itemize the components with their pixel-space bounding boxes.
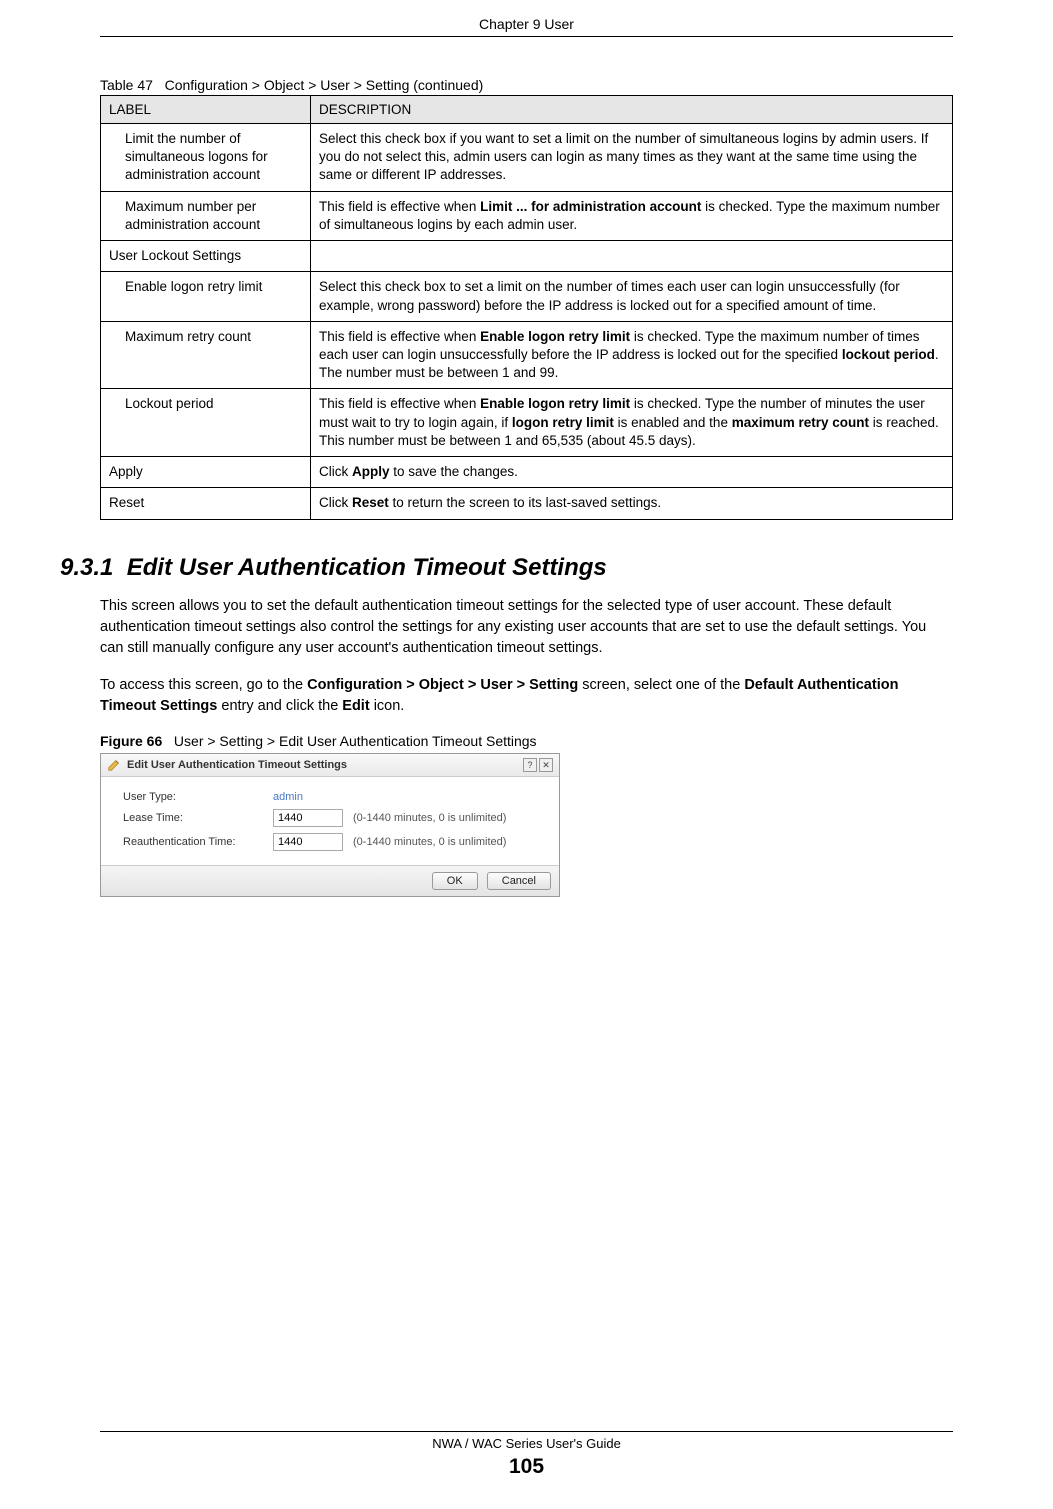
figure-caption-text: User > Setting > Edit User Authenticatio… [174,733,537,749]
table-row: Maximum retry countThis field is effecti… [101,321,953,389]
table-row: User Lockout Settings [101,241,953,272]
section-title: Edit User Authentication Timeout Setting… [127,554,607,581]
reauthentication-time-hint: (0-1440 minutes, 0 is unlimited) [353,836,506,848]
figure-caption: Figure 66 User > Setting > Edit User Aut… [100,733,953,749]
table-cell-label: Apply [101,457,311,488]
table-cell-description: This field is effective when Enable logo… [311,389,953,457]
table-cell-description [311,241,953,272]
table-row: Limit the number of simultaneous logons … [101,124,953,192]
chapter-header: Chapter 9 User [0,16,1053,32]
user-type-label: User Type: [123,791,273,803]
user-type-value: admin [273,791,303,803]
table-caption-prefix: Table 47 [100,77,153,93]
edit-timeout-dialog: Edit User Authentication Timeout Setting… [100,753,560,897]
table-caption: Table 47 Configuration > Object > User >… [100,77,953,93]
lease-time-input[interactable] [273,809,343,827]
section-para-2: To access this screen, go to the Configu… [100,675,953,717]
page-footer: NWA / WAC Series User's Guide 105 [0,1431,1053,1479]
lease-time-row: Lease Time: (0-1440 minutes, 0 is unlimi… [123,809,541,827]
lease-time-label: Lease Time: [123,812,273,824]
table-row: Maximum number per administration accoun… [101,191,953,240]
table-cell-label: Maximum retry count [101,321,311,389]
dialog-body: User Type: admin Lease Time: (0-1440 min… [101,777,559,865]
header-rule [100,36,953,37]
table-cell-description: Select this check box if you want to set… [311,124,953,192]
col-header-description: DESCRIPTION [311,96,953,124]
dialog-footer: OK Cancel [101,865,559,896]
table-cell-label: Lockout period [101,389,311,457]
dialog-titlebar: Edit User Authentication Timeout Setting… [101,754,559,777]
manual-page: Chapter 9 User Table 47 Configuration > … [0,0,1053,1509]
ok-button[interactable]: OK [432,872,478,890]
table-cell-label: Maximum number per administration accoun… [101,191,311,240]
table-cell-label: Enable logon retry limit [101,272,311,321]
user-type-row: User Type: admin [123,791,541,803]
table-row: Enable logon retry limitSelect this chec… [101,272,953,321]
edit-icon [107,758,121,772]
section-heading: 9.3.1 Edit User Authentication Timeout S… [60,554,953,582]
col-header-label: LABEL [101,96,311,124]
table-row: Lockout periodThis field is effective wh… [101,389,953,457]
table-cell-label: Limit the number of simultaneous logons … [101,124,311,192]
dialog-title: Edit User Authentication Timeout Setting… [127,759,523,771]
table-cell-label: Reset [101,488,311,519]
lease-time-hint: (0-1440 minutes, 0 is unlimited) [353,812,506,824]
configuration-table: LABEL DESCRIPTION Limit the number of si… [100,95,953,520]
table-row: ApplyClick Apply to save the changes. [101,457,953,488]
table-cell-label: User Lockout Settings [101,241,311,272]
dialog-window-controls: ? ✕ [523,758,553,772]
footer-guide-title: NWA / WAC Series User's Guide [0,1436,1053,1451]
section-number: 9.3.1 [60,554,113,581]
table-cell-description: This field is effective when Limit ... f… [311,191,953,240]
reauthentication-time-input[interactable] [273,833,343,851]
reauthentication-time-label: Reauthentication Time: [123,836,273,848]
section-para-1: This screen allows you to set the defaul… [100,596,953,659]
footer-rule [100,1431,953,1432]
close-icon[interactable]: ✕ [539,758,553,772]
table-cell-description: Click Reset to return the screen to its … [311,488,953,519]
footer-page-number: 105 [0,1455,1053,1479]
figure-caption-prefix: Figure 66 [100,733,162,749]
table-cell-description: This field is effective when Enable logo… [311,321,953,389]
help-icon[interactable]: ? [523,758,537,772]
table-cell-description: Select this check box to set a limit on … [311,272,953,321]
table-caption-text: Configuration > Object > User > Setting … [165,77,484,93]
cancel-button[interactable]: Cancel [487,872,551,890]
table-row: ResetClick Reset to return the screen to… [101,488,953,519]
table-cell-description: Click Apply to save the changes. [311,457,953,488]
page-content: Table 47 Configuration > Object > User >… [100,77,953,897]
reauth-time-row: Reauthentication Time: (0-1440 minutes, … [123,833,541,851]
